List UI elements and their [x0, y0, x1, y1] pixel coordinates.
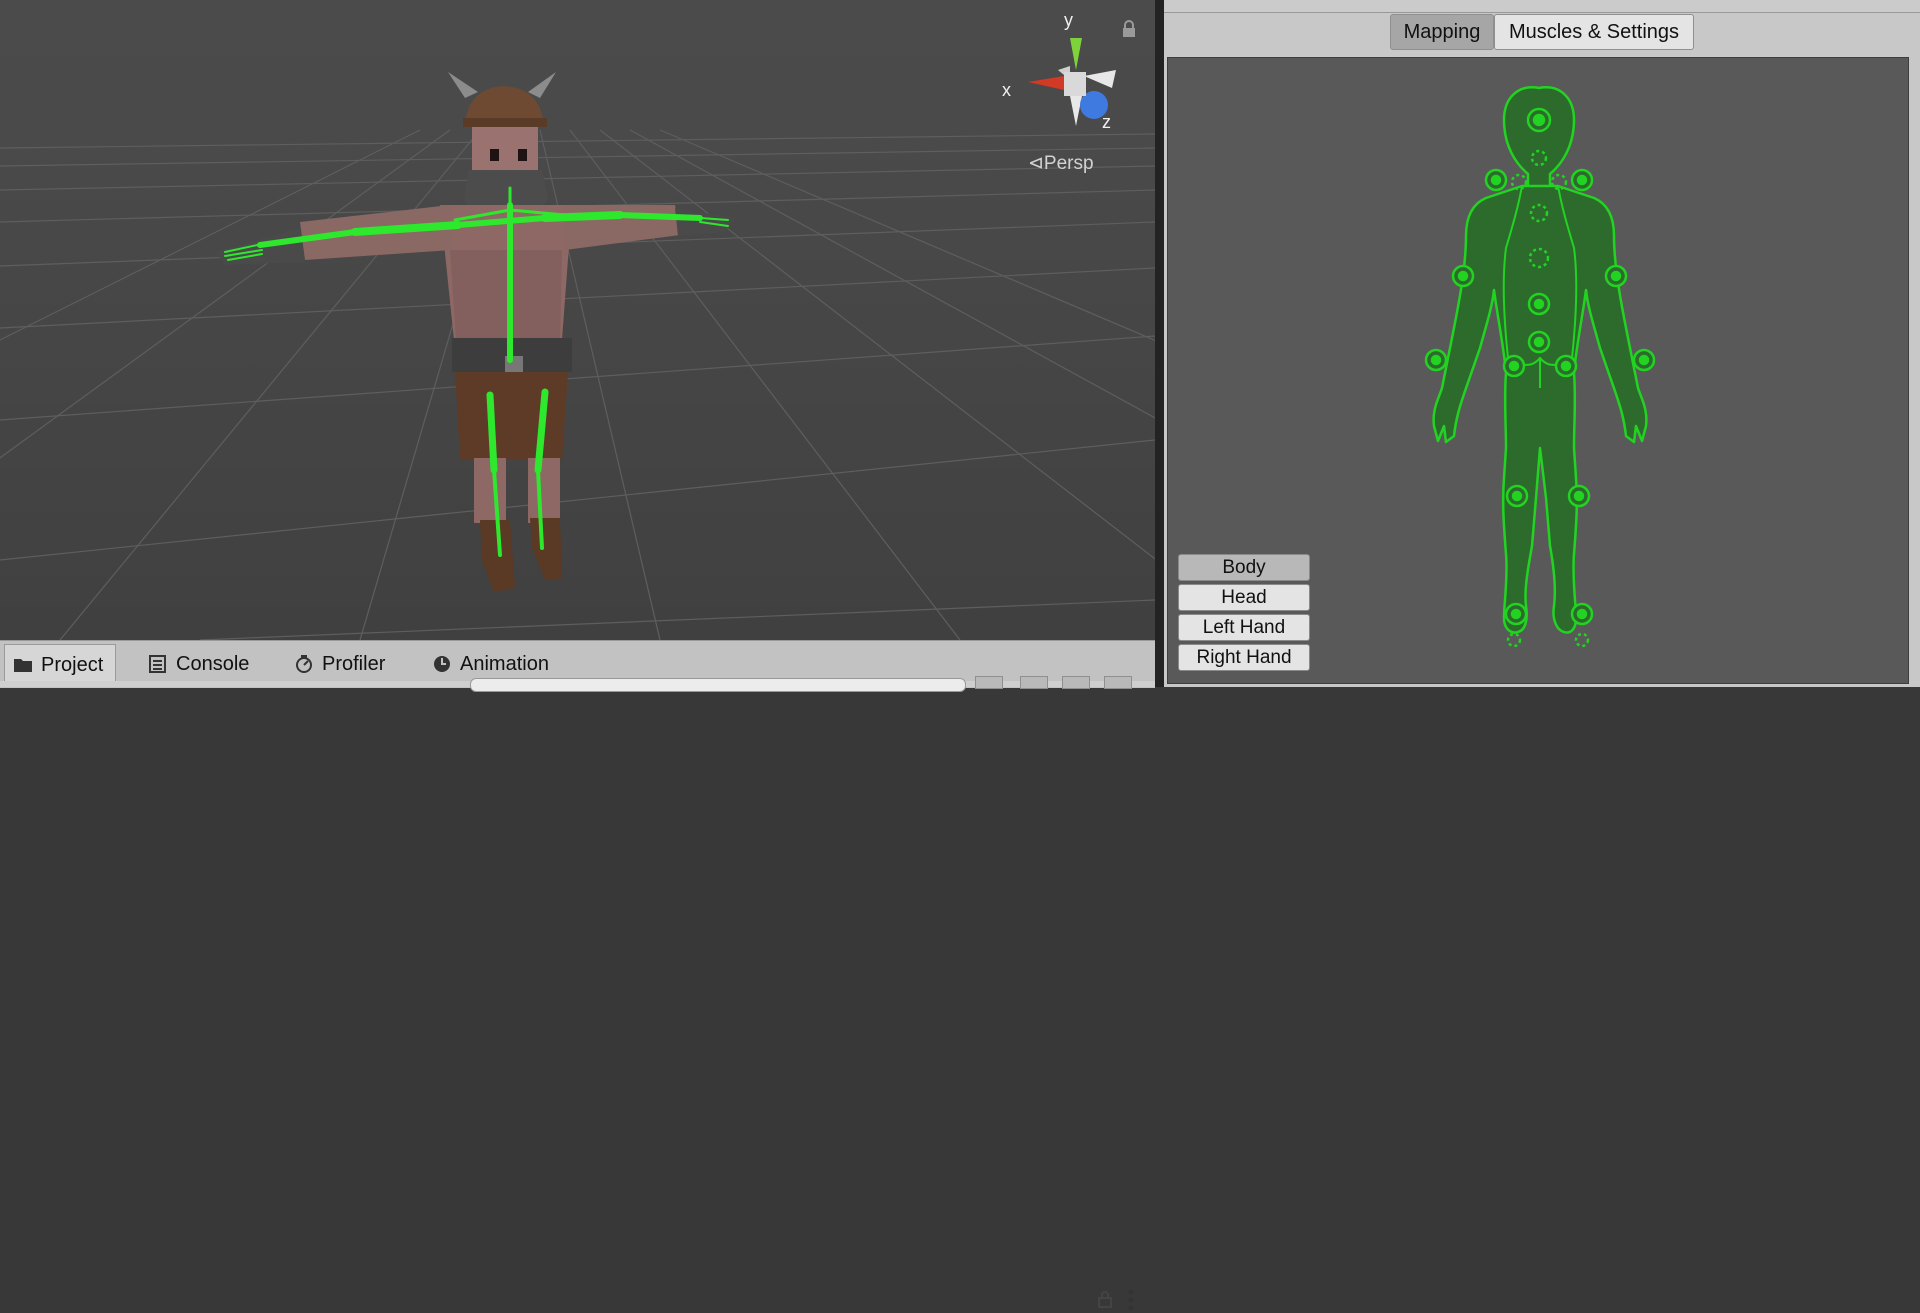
tab-animation-label: Animation: [460, 652, 549, 675]
inspector-top-line: [1164, 0, 1920, 13]
panel-divider[interactable]: [1155, 0, 1164, 687]
console-icon: [149, 655, 166, 673]
toolbar-button[interactable]: [1020, 676, 1048, 689]
perspective-toggle[interactable]: ⊲Persp: [1028, 152, 1094, 175]
body-part-head-button[interactable]: Head: [1178, 584, 1310, 611]
body-part-left-hand-button[interactable]: Left Hand: [1178, 614, 1310, 641]
toolbar-button[interactable]: [1104, 676, 1132, 689]
avatar-mapping-view: Body Head Left Hand Right Hand: [1167, 57, 1909, 684]
toolbar-button[interactable]: [1062, 676, 1090, 689]
folder-icon: [14, 659, 32, 672]
avatar-inspector: Mapping Muscles & Settings Body Head Lef…: [1164, 0, 1920, 687]
tab-console[interactable]: Console: [148, 647, 249, 681]
tab-animation[interactable]: Animation: [432, 647, 549, 681]
tab-console-label: Console: [176, 652, 250, 675]
scene-canvas[interactable]: y x z: [0, 0, 1155, 640]
kebab-menu-icon[interactable]: [1126, 1287, 1136, 1313]
gizmo-y-label: y: [1064, 10, 1073, 30]
toolbar-button[interactable]: [975, 676, 1003, 689]
body-part-right-hand-button[interactable]: Right Hand: [1178, 644, 1310, 671]
profiler-icon: [296, 655, 312, 673]
gizmo-x-label: x: [1002, 80, 1011, 100]
tab-mapping[interactable]: Mapping: [1390, 14, 1494, 50]
scene-view[interactable]: y x z ⊲Persp: [0, 0, 1155, 640]
tab-project[interactable]: Project: [4, 644, 117, 685]
tab-project-label: Project: [41, 653, 104, 676]
tab-profiler-label: Profiler: [322, 652, 386, 675]
project-search-input[interactable]: [470, 678, 966, 692]
animation-icon: [434, 656, 450, 672]
lock-icon[interactable]: [1120, 20, 1138, 38]
body-part-body-button[interactable]: Body: [1178, 554, 1310, 581]
tab-muscles-settings[interactable]: Muscles & Settings: [1494, 14, 1694, 50]
tab-profiler[interactable]: Profiler: [294, 647, 385, 681]
gizmo-z-label: z: [1102, 112, 1111, 132]
tab-lock-icon[interactable]: [1096, 1289, 1114, 1309]
